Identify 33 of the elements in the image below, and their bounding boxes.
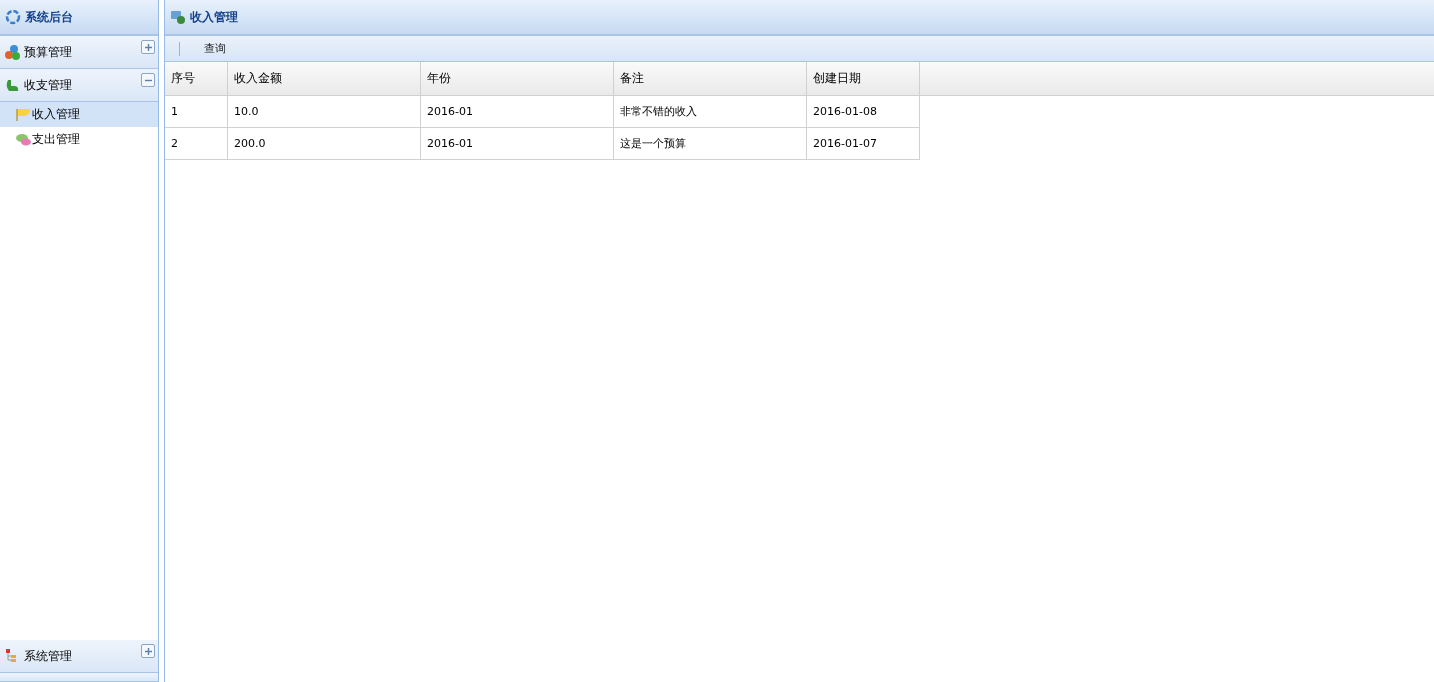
flag-icon <box>15 106 31 123</box>
column-header[interactable]: 收入金额 <box>227 62 421 96</box>
accordion-title: 预算管理 <box>24 43 73 61</box>
accordion-header[interactable]: 系统管理 <box>0 640 158 673</box>
accordion-header[interactable]: 收支管理 <box>0 69 158 102</box>
table-cell: 200.0 <box>227 127 421 160</box>
expand-icon[interactable] <box>141 40 155 54</box>
table-cell: 这是一个预算 <box>613 127 807 160</box>
accordion-title: 系统管理 <box>24 647 73 665</box>
table-cell: 非常不错的收入 <box>613 95 807 128</box>
panel-title: 收入管理 <box>190 8 238 26</box>
table-cell: 2016-01 <box>420 95 614 128</box>
collapse-icon[interactable] <box>141 73 155 87</box>
sidebar-title: 系统后台 <box>25 8 73 26</box>
table-cell: 2016-01 <box>420 127 614 160</box>
table-cell: 2016-01-08 <box>806 95 920 128</box>
table-cell: 2 <box>165 127 228 160</box>
table-cell: 2016-01-07 <box>806 127 920 160</box>
chat-bubbles-icon <box>15 131 31 148</box>
column-header[interactable]: 创建日期 <box>806 62 920 96</box>
monitor-icon <box>170 9 186 25</box>
column-header[interactable]: 序号 <box>165 62 228 96</box>
tree-item[interactable]: 支出管理 <box>0 127 158 152</box>
tree-item[interactable]: 收入管理 <box>0 102 158 127</box>
column-header[interactable]: 年份 <box>420 62 614 96</box>
query-button[interactable]: 查询 <box>200 39 230 58</box>
expand-icon[interactable] <box>141 644 155 658</box>
column-header[interactable]: 备注 <box>613 62 807 96</box>
balls-icon <box>4 44 20 60</box>
table-cell: 10.0 <box>227 95 421 128</box>
accordion-header[interactable]: 预算管理 <box>0 36 158 69</box>
accordion-title: 收支管理 <box>24 76 73 94</box>
table-cell: 1 <box>165 95 228 128</box>
